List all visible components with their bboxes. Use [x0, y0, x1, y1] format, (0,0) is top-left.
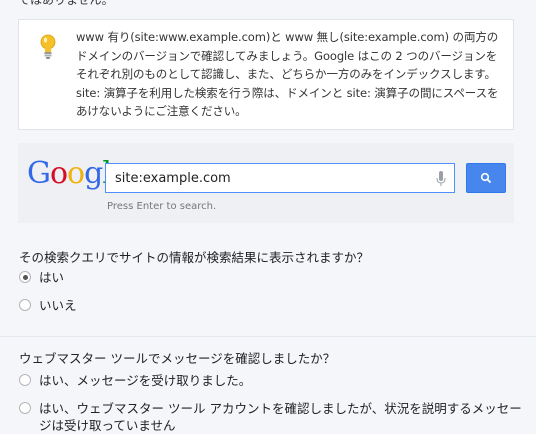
logo-letter: o: [67, 156, 85, 191]
intro-text-cut: ではありません。: [18, 0, 114, 7]
radio-button-checked[interactable]: [19, 271, 31, 283]
question-1-option-no[interactable]: いいえ: [19, 297, 524, 314]
page: ではありません。 www 有り(site:www.example.com)と w…: [0, 0, 536, 433]
search-icon: [480, 172, 492, 184]
option-label: いいえ: [39, 298, 77, 313]
question-1-option-yes[interactable]: はい: [19, 269, 524, 286]
option-label: はい、メッセージを受け取りました。: [39, 373, 252, 388]
search-input[interactable]: site:example.com: [105, 163, 455, 193]
option-label: はい、ウェブマスター ツール アカウントを確認しましたが、状況を説明するメッセー…: [39, 401, 522, 433]
option-label: はい: [39, 270, 65, 285]
google-search-demo: Google site:example.com Press Enter to s…: [18, 143, 514, 223]
radio-button[interactable]: [19, 374, 31, 386]
search-input-value: site:example.com: [115, 171, 231, 186]
search-button[interactable]: [466, 163, 506, 193]
search-hint: Press Enter to search.: [107, 201, 217, 212]
tip-box: www 有り(site:www.example.com)と www 無し(sit…: [18, 19, 514, 130]
lightbulb-icon: [40, 34, 56, 59]
question-2-option-not-received[interactable]: はい、ウェブマスター ツール アカウントを確認しましたが、状況を説明するメッセー…: [19, 400, 524, 434]
question-2-option-received[interactable]: はい、メッセージを受け取りました。: [19, 372, 524, 389]
radio-button[interactable]: [19, 299, 31, 311]
question-2-label: ウェブマスター ツールでメッセージを確認しましたか？: [19, 351, 336, 366]
microphone-icon[interactable]: [436, 171, 446, 187]
question-1-label: その検索クエリでサイトの情報が検索結果に表示されますか？: [19, 250, 370, 265]
tip-text: www 有り(site:www.example.com)と www 無し(sit…: [76, 30, 499, 119]
question-2: ウェブマスター ツールでメッセージを確認しましたか？ はい、メッセージを受け取り…: [0, 336, 536, 433]
logo-letter: g: [84, 156, 103, 191]
logo-letter: o: [49, 156, 68, 191]
logo-letter: G: [27, 156, 51, 191]
radio-button[interactable]: [19, 402, 31, 414]
question-1: その検索クエリでサイトの情報が検索結果に表示されますか？ はい いいえ: [0, 236, 536, 331]
